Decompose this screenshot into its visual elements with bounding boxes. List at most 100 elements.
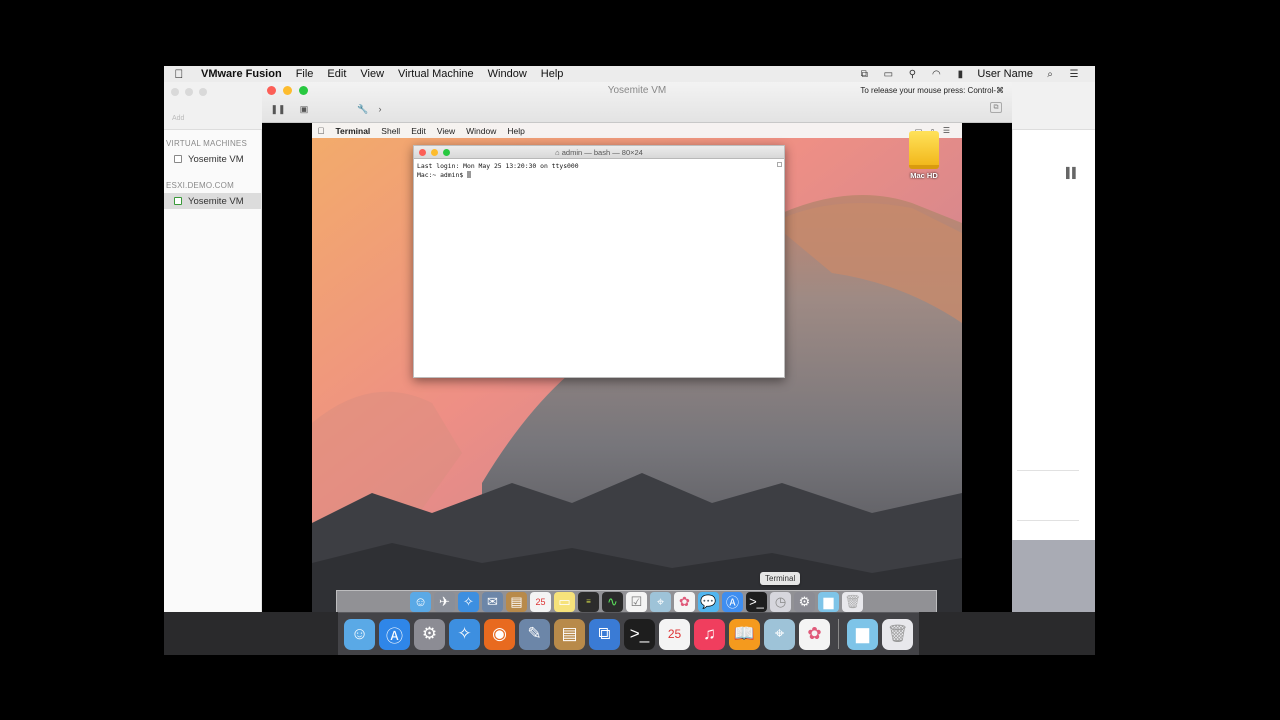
- terminal-minimize-button[interactable]: [431, 148, 438, 156]
- photos-icon[interactable]: ✿: [674, 591, 695, 612]
- finder-icon[interactable]: ☺: [410, 591, 431, 612]
- time-machine-icon[interactable]: ◷: [770, 591, 791, 612]
- battery-icon[interactable]: ▮: [953, 69, 967, 80]
- vm-icon: [174, 155, 182, 163]
- reminders-icon[interactable]: ☑: [626, 591, 647, 612]
- section-heading-esxi: ESXI.DEMO.COM: [166, 181, 234, 190]
- status-area: ⧉ ▭ ⚲ ◠ ▮ User Name ⌕ ☰: [857, 68, 1095, 80]
- menu-file[interactable]: File: [289, 68, 321, 80]
- menu-app-name[interactable]: VMware Fusion: [194, 68, 289, 80]
- dock-tooltip: Terminal: [760, 572, 801, 585]
- fullscreen-icon[interactable]: ⧉: [990, 102, 1002, 113]
- chevron-right-icon[interactable]: ›: [375, 102, 385, 116]
- last-login-line: Last login: Mon May 25 13:20:30 on ttys0…: [417, 162, 579, 170]
- host-calendar-icon[interactable]: 25: [659, 618, 690, 650]
- library-footer-panel: [1012, 540, 1095, 612]
- guest-desktop[interactable]:  Terminal Shell Edit View Window Help ▭…: [312, 123, 962, 612]
- terminal-titlebar: ⌂ admin — bash — 80×24: [414, 146, 784, 159]
- spotlight-search-icon[interactable]: ⌕: [1043, 69, 1057, 80]
- binoculars-icon[interactable]: ⚲: [905, 69, 919, 80]
- host-downloads-folder-icon[interactable]: ▆: [847, 618, 878, 650]
- snapshot-icon[interactable]: ▣: [297, 102, 311, 116]
- host-app-store-icon[interactable]: Ⓐ: [379, 618, 410, 650]
- host-dock: ☺ Ⓐ ⚙ ✧ ◉ ✎ ▤ ⧉ >_ 25 ♫ 📖 ⌖ ✿ ▆ 🗑: [338, 612, 919, 655]
- guest-dock: ☺ ✈ ✧ ✉ ▤ 25 ▭ ≡ ∿ ☑ ⌖ ✿ 💬 Ⓐ >_ ◷ ⚙ ▆ 🗑: [336, 590, 937, 612]
- host-screen:  VMware Fusion File Edit View Virtual M…: [164, 66, 1095, 655]
- hard-drive-icon: [909, 131, 939, 169]
- menu-view[interactable]: View: [353, 68, 391, 80]
- activity-monitor-icon[interactable]: ∿: [602, 591, 623, 612]
- host-contacts-icon[interactable]: ▤: [554, 618, 585, 650]
- menu-edit[interactable]: Edit: [320, 68, 353, 80]
- guest-menu-edit[interactable]: Edit: [406, 126, 432, 136]
- library-close-button[interactable]: [171, 88, 179, 96]
- terminal-scroll-marker[interactable]: [777, 162, 782, 167]
- host-maps-icon[interactable]: ⌖: [764, 618, 795, 650]
- launchpad-icon[interactable]: ✈: [434, 591, 455, 612]
- dock-separator: [838, 619, 839, 649]
- shell-prompt: Mac:~ admin$: [417, 171, 468, 179]
- vm-window: Yosemite VM To release your mouse press:…: [262, 82, 1012, 612]
- guest-menubar:  Terminal Shell Edit View Window Help ▭…: [312, 123, 962, 138]
- terminal-window[interactable]: ⌂ admin — bash — 80×24 Last login: Mon M…: [413, 145, 785, 378]
- terminal-dock-icon[interactable]: >_: [746, 591, 767, 612]
- mac-hd-desktop-icon[interactable]: Mac HD: [904, 131, 944, 180]
- terminal-zoom-button[interactable]: [443, 148, 450, 156]
- running-vm-icon: [174, 197, 182, 205]
- host-terminal-icon[interactable]: >_: [624, 618, 655, 650]
- vmware-status-icon[interactable]: ⧉: [857, 69, 871, 80]
- maps-icon[interactable]: ⌖: [650, 591, 671, 612]
- host-finder-icon[interactable]: ☺: [344, 618, 375, 650]
- house-icon: ⌂: [555, 148, 562, 157]
- guest-menu-view[interactable]: View: [431, 126, 460, 136]
- host-trash-icon[interactable]: 🗑: [882, 618, 913, 650]
- host-vmware-fusion-icon[interactable]: ⧉: [589, 618, 620, 650]
- divider: [1017, 520, 1079, 521]
- user-name[interactable]: User Name: [977, 68, 1033, 80]
- host-firefox-icon[interactable]: ◉: [484, 618, 515, 650]
- library-zoom-button[interactable]: [199, 88, 207, 96]
- notification-center-icon[interactable]: ☰: [1067, 69, 1081, 80]
- app-store-icon[interactable]: Ⓐ: [722, 591, 743, 612]
- terminal-output[interactable]: Last login: Mon May 25 13:20:30 on ttys0…: [414, 159, 784, 183]
- system-preferences-icon[interactable]: ⚙: [794, 591, 815, 612]
- guest-menu-help[interactable]: Help: [502, 126, 530, 136]
- library-detail-pane: ▌▌: [1012, 130, 1095, 540]
- menu-window[interactable]: Window: [481, 68, 534, 80]
- apple-menu-icon[interactable]: : [164, 67, 194, 81]
- library-minimize-button[interactable]: [185, 88, 193, 96]
- sidebar-item-label: Yosemite VM: [188, 153, 244, 165]
- terminal-close-button[interactable]: [419, 148, 426, 156]
- contacts-icon[interactable]: ▤: [506, 591, 527, 612]
- text-cursor: [467, 171, 472, 178]
- guest-menu-shell[interactable]: Shell: [376, 126, 406, 136]
- pause-icon[interactable]: ▌▌: [1066, 168, 1079, 179]
- wifi-icon[interactable]: ◠: [929, 69, 943, 80]
- menu-virtual-machine[interactable]: Virtual Machine: [391, 68, 481, 80]
- settings-wrench-icon[interactable]: 🔧: [356, 102, 370, 116]
- console-icon[interactable]: ≡: [578, 591, 599, 612]
- guest-menu-app[interactable]: Terminal: [330, 126, 376, 136]
- airplay-icon[interactable]: ▭: [881, 69, 895, 80]
- guest-menu-window[interactable]: Window: [461, 126, 502, 136]
- host-itunes-icon[interactable]: ♫: [694, 618, 725, 650]
- messages-icon[interactable]: 💬: [698, 591, 719, 612]
- host-ibooks-icon[interactable]: 📖: [729, 618, 760, 650]
- host-safari-icon[interactable]: ✧: [449, 618, 480, 650]
- calendar-icon[interactable]: 25: [530, 591, 551, 612]
- host-photos-icon[interactable]: ✿: [799, 618, 830, 650]
- host-system-preferences-icon[interactable]: ⚙: [414, 618, 445, 650]
- notes-icon[interactable]: ▭: [554, 591, 575, 612]
- menu-help[interactable]: Help: [534, 68, 571, 80]
- sidebar-item-local-yosemite-vm[interactable]: Yosemite VM: [164, 151, 261, 167]
- mail-icon[interactable]: ✉: [482, 591, 503, 612]
- safari-icon[interactable]: ✧: [458, 591, 479, 612]
- terminal-window-controls: [419, 148, 450, 156]
- downloads-folder-icon[interactable]: ▆: [818, 591, 839, 612]
- host-preview-icon[interactable]: ✎: [519, 618, 550, 650]
- pause-vm-icon[interactable]: ❚❚: [270, 102, 285, 116]
- add-vm-label[interactable]: Add: [172, 115, 184, 122]
- trash-icon[interactable]: 🗑: [842, 591, 863, 612]
- guest-apple-menu-icon[interactable]: : [312, 126, 330, 136]
- sidebar-item-esxi-yosemite-vm[interactable]: Yosemite VM: [164, 193, 261, 209]
